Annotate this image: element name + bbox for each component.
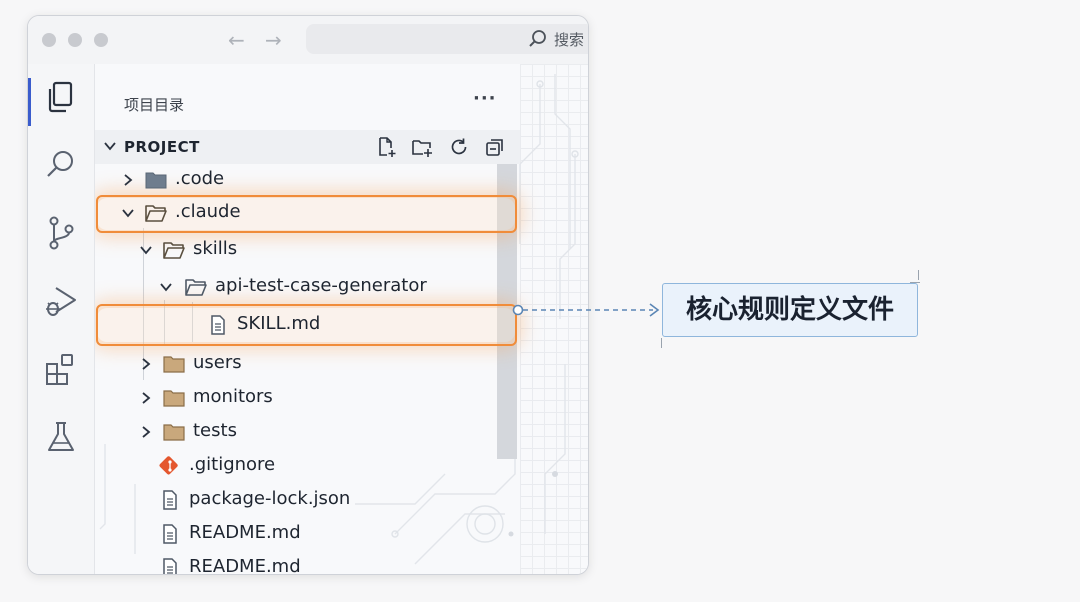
tree-item-label: SKILL.md — [237, 313, 321, 334]
back-arrow-icon[interactable]: ← — [228, 28, 245, 52]
testing-icon[interactable] — [42, 418, 80, 456]
project-section-header[interactable]: PROJECT — [95, 130, 520, 164]
callout-corner-mark — [661, 338, 662, 348]
callout-connector-arrow — [512, 303, 660, 317]
file-icon — [163, 558, 177, 574]
callout-corner-mark — [910, 282, 920, 283]
tree-item-label: users — [193, 352, 242, 373]
command-search-box[interactable]: 搜索 — [306, 24, 588, 54]
new-folder-icon[interactable] — [411, 136, 433, 158]
window-zoom-dot[interactable] — [94, 33, 108, 47]
active-indicator — [28, 78, 31, 126]
source-control-icon[interactable] — [42, 214, 80, 252]
folder-icon — [163, 390, 185, 407]
explorer-view-title: 项目目录 — [124, 96, 185, 114]
tree-item-label: .gitignore — [189, 454, 276, 475]
chevron-down-icon — [104, 142, 116, 151]
git-icon — [159, 456, 178, 475]
refresh-icon[interactable] — [448, 136, 470, 158]
tree-item-readme-file[interactable]: README.md — [95, 552, 515, 574]
tree-item-label: package-lock.json — [189, 488, 351, 509]
open-folder-icon — [185, 279, 207, 296]
callout-corner-mark — [918, 270, 919, 280]
tree-item-readme-file[interactable]: README.md — [95, 518, 515, 550]
chevron-down-icon — [122, 209, 134, 218]
open-folder-icon — [145, 205, 167, 222]
folder-icon — [163, 424, 185, 441]
folder-icon — [145, 172, 167, 189]
tree-item-label: api-test-case-generator — [215, 275, 427, 296]
file-icon — [211, 315, 225, 335]
chevron-right-icon — [142, 392, 151, 404]
collapse-all-icon[interactable] — [484, 136, 506, 158]
tree-item-api-test-case-generator-folder[interactable]: api-test-case-generator — [95, 271, 515, 303]
tree-item-label: tests — [193, 420, 237, 441]
chevron-right-icon — [142, 426, 151, 438]
tree-item-code-folder[interactable]: .code — [95, 164, 515, 196]
tree-item-package-lock-file[interactable]: package-lock.json — [95, 484, 515, 516]
chevron-right-icon — [124, 174, 133, 186]
tree-item-label: .code — [175, 168, 225, 189]
search-icon — [529, 30, 546, 47]
chevron-down-icon — [160, 283, 172, 292]
tree-item-label: README.md — [189, 556, 301, 574]
explorer-icon[interactable] — [42, 78, 80, 116]
forward-arrow-icon[interactable]: → — [265, 28, 282, 52]
window-minimize-dot[interactable] — [68, 33, 82, 47]
file-icon — [163, 490, 177, 510]
chevron-right-icon — [142, 358, 151, 370]
chevron-down-icon — [140, 246, 152, 255]
new-file-icon[interactable] — [375, 136, 397, 158]
tree-item-label: README.md — [189, 522, 301, 543]
callout-label: 核心规则定义文件 — [662, 283, 918, 337]
search-placeholder: 搜索 — [554, 31, 585, 49]
extensions-icon[interactable] — [42, 350, 80, 388]
tree-item-skills-folder[interactable]: skills — [95, 234, 515, 266]
window-close-dot[interactable] — [42, 33, 56, 47]
file-icon — [163, 524, 177, 544]
run-debug-icon[interactable] — [42, 282, 80, 320]
tree-item-claude-folder[interactable]: .claude — [95, 197, 515, 229]
title-bar: ← → 搜索 — [28, 16, 588, 65]
open-folder-icon — [163, 242, 185, 259]
editor-window: ← → 搜索 项目目录 ··· PROJECT .code .claude sk… — [27, 15, 589, 575]
tree-item-label: monitors — [193, 386, 273, 407]
activity-bar — [28, 64, 95, 574]
tree-item-label: skills — [193, 238, 238, 259]
search-icon[interactable] — [42, 146, 80, 184]
more-actions-button[interactable]: ··· — [473, 88, 497, 109]
tree-item-monitors-folder[interactable]: monitors — [95, 382, 515, 414]
tree-item-users-folder[interactable]: users — [95, 348, 515, 380]
tree-item-label: .claude — [175, 201, 241, 222]
folder-icon — [163, 356, 185, 373]
tree-item-skill-md-file[interactable]: SKILL.md — [95, 309, 515, 341]
tree-item-tests-folder[interactable]: tests — [95, 416, 515, 448]
tree-item-gitignore-file[interactable]: .gitignore — [95, 450, 515, 482]
section-title: PROJECT — [124, 138, 200, 156]
